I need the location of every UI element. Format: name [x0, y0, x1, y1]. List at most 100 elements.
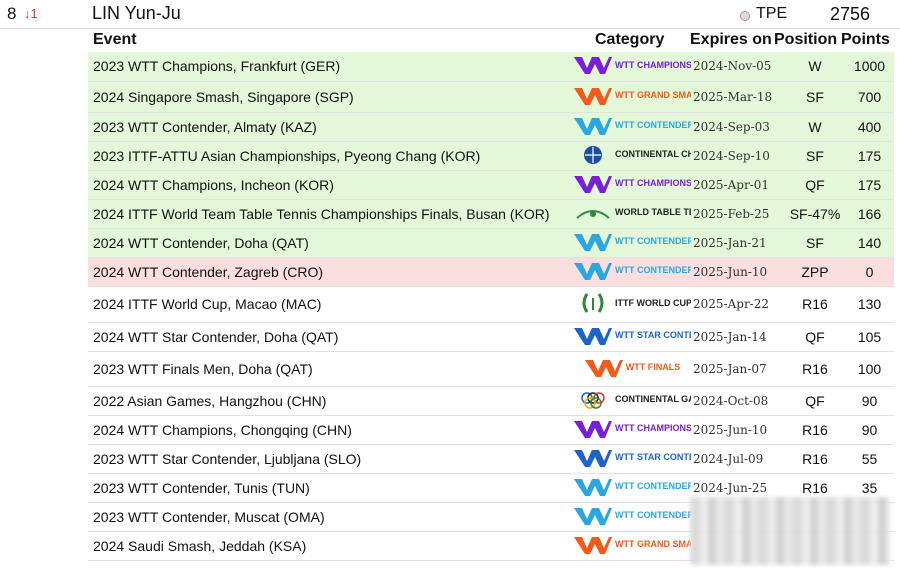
- player-header: 8 ↓1 LIN Yun-Ju TPE 2756: [0, 0, 900, 29]
- event-name[interactable]: 2024 WTT Star Contender, Doha (QAT): [88, 322, 573, 352]
- points: 105: [845, 322, 894, 352]
- event-name[interactable]: 2023 WTT Contender, Almaty (KAZ): [88, 112, 573, 142]
- player-rank: 8: [7, 4, 17, 23]
- event-name[interactable]: 2023 WTT Contender, Muscat (OMA): [88, 502, 573, 532]
- table-row[interactable]: 2024 ITTF World Team Table Tennis Champi…: [88, 199, 894, 229]
- country-flag-icon: [740, 11, 750, 21]
- category-logo: WTT CONTENDER: [573, 112, 691, 142]
- position: SF: [785, 228, 845, 258]
- events-table: 2023 WTT Champions, Frankfurt (GER) WTT C…: [88, 52, 894, 561]
- player-name[interactable]: LIN Yun-Ju: [92, 3, 181, 24]
- table-row[interactable]: 2024 WTT Champions, Chongqing (CHN) WTT C…: [88, 415, 894, 445]
- category-logo: WORLD TABLE TENNIS CHAMPIONSHIPS: [573, 199, 691, 229]
- event-name[interactable]: 2023 ITTF-ATTU Asian Championships, Pyeo…: [88, 141, 573, 171]
- position: W: [785, 52, 845, 82]
- event-name[interactable]: 2023 WTT Star Contender, Ljubljana (SLO): [88, 444, 573, 474]
- champions-logo-icon: WTT CHAMPIONS: [573, 417, 691, 441]
- points: 175: [845, 170, 894, 200]
- category-logo: WTT FINALS: [573, 351, 691, 387]
- expires-date: 2025-Apr-22: [691, 286, 785, 323]
- table-row[interactable]: 2023 ITTF-ATTU Asian Championships, Pyeo…: [88, 141, 894, 171]
- worldteam-logo-icon: WORLD TABLE TENNIS CHAMPIONSHIPS: [573, 201, 691, 225]
- table-row[interactable]: 2024 WTT Contender, Zagreb (CRO) WTT CONT…: [88, 257, 894, 287]
- points: 175: [845, 141, 894, 171]
- contender-logo-icon: WTT CONTENDER: [573, 259, 691, 283]
- event-name[interactable]: 2024 ITTF World Cup, Macao (MAC): [88, 286, 573, 323]
- expires-date: 2025-Feb-25: [691, 199, 785, 229]
- event-name[interactable]: 2024 WTT Contender, Doha (QAT): [88, 228, 573, 258]
- position: R16: [785, 351, 845, 387]
- category-label: WTT CONTENDER: [615, 481, 691, 491]
- category-label: WTT CONTENDER: [615, 265, 691, 275]
- table-row[interactable]: 2024 WTT Champions, Incheon (KOR) WTT CHA…: [88, 170, 894, 200]
- column-header-category[interactable]: Category: [595, 31, 664, 49]
- table-row[interactable]: 2023 WTT Contender, Almaty (KAZ) WTT CONT…: [88, 112, 894, 142]
- finals-logo-icon: WTT FINALS: [584, 356, 681, 380]
- expires-date: 2025-Mar-18: [691, 81, 785, 113]
- points: 140: [845, 228, 894, 258]
- category-logo: WTT GRAND SMASH: [573, 81, 691, 113]
- expires-date: 2024-Jul-09: [691, 444, 785, 474]
- category-label: WTT FINALS: [625, 362, 681, 372]
- category-label: WTT STAR CONTENDER: [615, 452, 691, 462]
- column-header-points[interactable]: Points: [841, 31, 890, 49]
- table-row[interactable]: 2023 WTT Champions, Frankfurt (GER) WTT C…: [88, 52, 894, 82]
- points: 1000: [845, 52, 894, 82]
- player-total-points: 2756: [830, 4, 871, 24]
- table-row[interactable]: 2024 Singapore Smash, Singapore (SGP) WTT…: [88, 81, 894, 113]
- worldcup-logo-icon: ITTF WORLD CUP: [573, 291, 691, 315]
- points: 90: [845, 386, 894, 416]
- column-header-event[interactable]: Event: [93, 31, 137, 49]
- contender-logo-icon: WTT CONTENDER: [573, 475, 691, 499]
- category-logo: WTT CONTENDER: [573, 473, 691, 503]
- contender-logo-icon: WTT CONTENDER: [573, 230, 691, 254]
- table-row[interactable]: 2023 WTT Finals Men, Doha (QAT) WTT FINAL…: [88, 351, 894, 387]
- category-logo: ITTF WORLD CUP: [573, 286, 691, 323]
- event-name[interactable]: 2022 Asian Games, Hangzhou (CHN): [88, 386, 573, 416]
- points: 400: [845, 112, 894, 142]
- event-name[interactable]: 2023 WTT Contender, Tunis (TUN): [88, 473, 573, 503]
- event-name[interactable]: 2024 WTT Champions, Incheon (KOR): [88, 170, 573, 200]
- category-label: WORLD TABLE TENNIS CHAMPIONSHIPS: [615, 207, 691, 217]
- expires-date: 2025-Jun-10: [691, 257, 785, 287]
- expires-date: 2025-Apr-01: [691, 170, 785, 200]
- column-header-position[interactable]: Position: [774, 31, 837, 49]
- category-label: WTT CHAMPIONS: [615, 423, 691, 433]
- star-logo-icon: WTT STAR CONTENDER: [573, 446, 691, 470]
- event-name[interactable]: 2024 Singapore Smash, Singapore (SGP): [88, 81, 573, 113]
- expires-date: 2024-Nov-05: [691, 52, 785, 82]
- category-label: CONTINENTAL CHAMPIONSHIPS: [615, 149, 691, 159]
- champions-logo-icon: WTT CHAMPIONS: [573, 53, 691, 77]
- expires-date: 2024-Oct-08: [691, 386, 785, 416]
- category-label: WTT CHAMPIONS: [615, 59, 691, 70]
- position: W: [785, 112, 845, 142]
- event-name[interactable]: 2023 WTT Champions, Frankfurt (GER): [88, 52, 573, 82]
- contender-logo-icon: WTT CONTENDER: [573, 114, 691, 138]
- table-row[interactable]: 2024 WTT Contender, Doha (QAT) WTT CONTEN…: [88, 228, 894, 258]
- position: SF: [785, 141, 845, 171]
- points: 90: [845, 415, 894, 445]
- column-header-expires[interactable]: Expires on: [690, 31, 772, 49]
- table-row[interactable]: 2022 Asian Games, Hangzhou (CHN) CONTINEN…: [88, 386, 894, 416]
- category-logo: CONTINENTAL GAMES: [573, 386, 691, 416]
- category-label: WTT CHAMPIONS: [615, 178, 691, 188]
- table-row[interactable]: 2024 ITTF World Cup, Macao (MAC) ITTF WOR…: [88, 286, 894, 323]
- position: ZPP: [785, 257, 845, 287]
- expires-date: 2025-Jan-14: [691, 322, 785, 352]
- champions-logo-icon: WTT CHAMPIONS: [573, 172, 691, 196]
- position: R16: [785, 415, 845, 445]
- points: 55: [845, 444, 894, 474]
- games-logo-icon: CONTINENTAL GAMES: [573, 388, 691, 412]
- event-name[interactable]: 2023 WTT Finals Men, Doha (QAT): [88, 351, 573, 387]
- contender-logo-icon: WTT CONTENDER: [573, 504, 691, 528]
- table-row[interactable]: 2024 WTT Star Contender, Doha (QAT) WTT S…: [88, 322, 894, 352]
- event-name[interactable]: 2024 ITTF World Team Table Tennis Champi…: [88, 199, 573, 229]
- points: 700: [845, 81, 894, 113]
- position: QF: [785, 386, 845, 416]
- event-name[interactable]: 2024 WTT Contender, Zagreb (CRO): [88, 257, 573, 287]
- event-name[interactable]: 2024 WTT Champions, Chongqing (CHN): [88, 415, 573, 445]
- category-label: WTT GRAND SMASH: [615, 90, 691, 100]
- position: QF: [785, 322, 845, 352]
- event-name[interactable]: 2024 Saudi Smash, Jeddah (KSA): [88, 531, 573, 561]
- table-row[interactable]: 2023 WTT Star Contender, Ljubljana (SLO)…: [88, 444, 894, 474]
